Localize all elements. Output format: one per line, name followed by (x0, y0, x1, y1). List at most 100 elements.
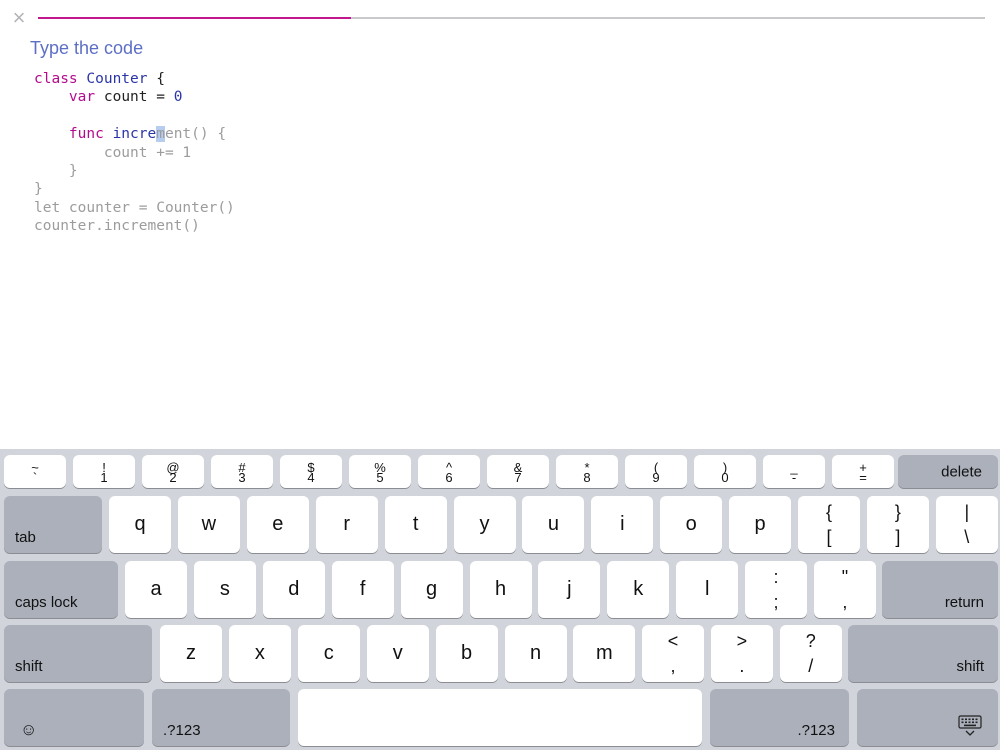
key-a[interactable]: a (125, 561, 187, 618)
key-t[interactable]: t (384, 496, 447, 553)
key-1[interactable]: ! 1 (73, 455, 135, 488)
numbers-key-left[interactable]: .?123 (152, 689, 290, 746)
key-p[interactable]: p (729, 496, 792, 553)
code-token: { (147, 71, 165, 87)
key-sym4-2[interactable]: ? / (779, 625, 842, 682)
text-cursor: m (156, 126, 165, 143)
key-label: 1 (100, 470, 108, 485)
shift-right-key[interactable]: shift (848, 625, 998, 682)
delete-key[interactable]: delete (898, 455, 998, 488)
key-v[interactable]: v (366, 625, 429, 682)
key-q[interactable]: q (109, 496, 171, 553)
key-l[interactable]: l (676, 561, 739, 618)
tab-key[interactable]: tab (4, 496, 102, 553)
key-label: p (754, 512, 766, 535)
key-k[interactable]: k (607, 561, 670, 618)
key-sym-1[interactable]: ", (813, 561, 876, 618)
numbers-key-right[interactable]: .?123 (710, 689, 849, 746)
key-m[interactable]: m (573, 625, 636, 682)
key-=[interactable]: + = (832, 455, 894, 488)
key-2[interactable]: @2 (142, 455, 204, 488)
code-token: func (68, 126, 104, 143)
key-label: y (479, 512, 490, 535)
key-6[interactable]: ^ 6 (418, 455, 480, 488)
key-label: tab (15, 529, 36, 546)
key-sym-0[interactable]: :; (745, 561, 807, 618)
key-3[interactable]: #3 (211, 455, 273, 488)
code-token: count = (95, 89, 174, 106)
key-label: ] (895, 527, 901, 547)
key-label: 7 (514, 470, 522, 485)
key-c[interactable]: c (297, 625, 360, 682)
key-label: shift (15, 658, 43, 675)
key-label: = (859, 470, 867, 485)
key-4[interactable]: $4 (280, 455, 342, 488)
key-f[interactable]: f (331, 561, 394, 618)
key-sym4-1[interactable]: >. (710, 625, 773, 682)
key-x[interactable]: x (228, 625, 291, 682)
key-][interactable]: }] (866, 496, 929, 553)
emoji-icon: ☺ (20, 720, 38, 739)
key-r[interactable]: r (315, 496, 378, 553)
code-token: var (68, 89, 96, 106)
key-o[interactable]: o (660, 496, 723, 553)
code-line: class Counter { (34, 70, 235, 88)
key-[[interactable]: {[ (798, 496, 860, 553)
key-\[interactable]: | \ (935, 496, 998, 553)
key-label: { (825, 502, 832, 522)
on-screen-keyboard: ~ `! 1 @2 #3 $4% 5 ^ 6 & 7 * 8(9) 0 _ - + = delete tab q w e r t… (0, 449, 1000, 750)
key-sym4-0[interactable]: <, (642, 625, 704, 682)
key-w[interactable]: w (177, 496, 240, 553)
code-token: } (34, 181, 43, 198)
key-7[interactable]: & 7 (487, 455, 549, 488)
key-8[interactable]: * 8 (556, 455, 618, 488)
key--[interactable]: _ - (763, 455, 825, 488)
key-label: | (964, 502, 970, 522)
key-label: ? (805, 631, 816, 651)
key-u[interactable]: u (522, 496, 585, 553)
key-d[interactable]: d (262, 561, 325, 618)
key-h[interactable]: h (469, 561, 532, 618)
caps-lock-key[interactable]: caps lock (4, 561, 118, 618)
key-label: j (567, 577, 572, 600)
key-j[interactable]: j (538, 561, 601, 618)
key-`[interactable]: ~ ` (4, 455, 66, 488)
key-label: 9 (652, 470, 660, 485)
key-label: d (288, 577, 300, 600)
return-key[interactable]: return (882, 561, 998, 618)
key-label: 8 (583, 470, 591, 485)
hide-keyboard-key[interactable] (857, 689, 998, 746)
key-label: 5 (376, 470, 384, 485)
progress-bar (38, 17, 985, 19)
key-9[interactable]: (9 (625, 455, 687, 488)
key-5[interactable]: % 5 (349, 455, 411, 488)
code-editor[interactable]: class Counter { var count = 0 func incre… (34, 70, 235, 236)
code-line: } (34, 180, 235, 198)
space-key[interactable] (298, 689, 702, 746)
key-label: v (392, 641, 403, 664)
emoji-key[interactable]: ☺ (4, 689, 144, 746)
page-title: Type the code (30, 38, 144, 58)
key-i[interactable]: i (591, 496, 654, 553)
key-b[interactable]: b (435, 625, 498, 682)
key-y[interactable]: y (453, 496, 516, 553)
key-label: k (633, 577, 644, 600)
shift-left-key[interactable]: shift (4, 625, 152, 682)
key-label: 2 (169, 470, 177, 485)
key-s[interactable]: s (193, 561, 256, 618)
key-label: l (704, 577, 710, 600)
key-label: \ (964, 527, 970, 547)
key-z[interactable]: z (160, 625, 222, 682)
key-e[interactable]: e (246, 496, 309, 553)
key-0[interactable]: ) 0 (694, 455, 756, 488)
key-label: f (359, 577, 366, 600)
code-token: let counter = Counter() (34, 199, 235, 216)
code-token: class (34, 71, 78, 87)
key-n[interactable]: n (504, 625, 567, 682)
key-g[interactable]: g (400, 561, 463, 618)
key-label: h (494, 577, 507, 600)
close-button[interactable]: × (9, 7, 29, 29)
key-label: i (620, 512, 625, 535)
